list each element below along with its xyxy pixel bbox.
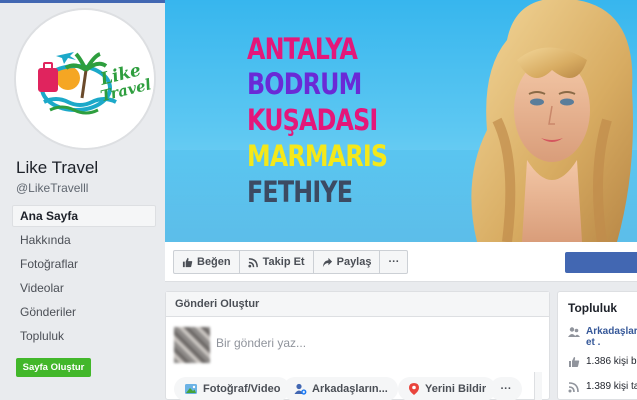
community-friends-label: Arkadaşları xyxy=(586,326,637,337)
friends-icon xyxy=(568,327,580,337)
page-handle[interactable]: @LikeTravelll xyxy=(16,181,88,195)
page-action-bar: Beğen Takip Et Paylaş ··· xyxy=(165,242,637,282)
community-follows-row: 1.389 kişi ta xyxy=(568,381,637,393)
like-button[interactable]: Beğen xyxy=(174,251,240,273)
composer-scrollbar[interactable] xyxy=(534,372,542,400)
follow-button[interactable]: Takip Et xyxy=(240,251,314,273)
create-page-button[interactable]: Sayfa Oluştur xyxy=(16,358,91,377)
nav-home[interactable]: Ana Sayfa xyxy=(12,205,156,227)
cover-city-antalya: ANTALYA xyxy=(247,32,358,66)
photo-icon xyxy=(185,384,197,394)
cover-city-bodrum: BODRUM xyxy=(247,67,362,101)
left-column: Like Travel Like Travel @LikeTravelll An… xyxy=(0,0,165,400)
page-title: Like Travel xyxy=(16,158,99,177)
nav-videos[interactable]: Videolar xyxy=(12,277,156,299)
tag-friends-icon xyxy=(294,383,307,395)
photo-video-button[interactable]: Fotoğraf/Video xyxy=(174,377,291,400)
share-arrow-icon xyxy=(322,257,332,267)
cover-model-image xyxy=(471,0,633,242)
community-friends-label-2: et . xyxy=(586,337,601,348)
follow-label: Takip Et xyxy=(262,256,305,268)
profile-picture[interactable]: Like Travel xyxy=(14,8,156,150)
thumbs-up-icon xyxy=(182,257,193,267)
community-panel: Topluluk Arkadaşları et . 1.386 kişi b 1… xyxy=(557,291,637,400)
more-actions-label: ··· xyxy=(388,256,400,268)
cover-city-marmaris: MARMARIS xyxy=(247,139,388,173)
cover-city-kusadasi: KUŞADASI xyxy=(247,103,378,137)
nav-photos[interactable]: Fotoğraflar xyxy=(12,253,156,275)
nav-about[interactable]: Hakkında xyxy=(12,229,156,251)
nav-community[interactable]: Topluluk xyxy=(12,325,156,347)
cover-city-fethiye: FETHIYE xyxy=(247,175,353,209)
composer-avatar xyxy=(174,327,210,363)
more-actions-button[interactable]: ··· xyxy=(380,251,407,273)
primary-cta-button[interactable] xyxy=(565,252,637,273)
community-likes-text: 1.386 kişi b xyxy=(586,356,637,367)
nav-posts[interactable]: Gönderiler xyxy=(12,301,156,323)
location-pin-icon xyxy=(409,383,419,395)
community-friends-text[interactable]: Arkadaşları et . xyxy=(586,326,637,348)
composer-header: Gönderi Oluştur xyxy=(166,292,549,317)
share-label: Paylaş xyxy=(336,256,372,268)
photo-video-label: Fotoğraf/Video xyxy=(203,383,281,395)
composer-input[interactable]: Bir gönderi yaz... xyxy=(216,336,306,350)
checkin-label: Yerini Bildir xyxy=(425,383,487,395)
like-label: Beğen xyxy=(197,256,231,268)
community-friends-row: Arkadaşları et . xyxy=(568,326,637,348)
thumbs-up-icon xyxy=(569,357,580,367)
community-likes-row: 1.386 kişi b xyxy=(568,356,637,368)
share-button[interactable]: Paylaş xyxy=(314,251,381,273)
rss-follow-icon xyxy=(248,257,258,268)
cover-photo[interactable]: ANTALYA BODRUM KUŞADASI MARMARIS FETHIYE xyxy=(165,0,637,242)
composer-more-label: ··· xyxy=(500,383,512,395)
tag-friends-button[interactable]: Arkadaşların... xyxy=(283,377,398,400)
composer-more-button[interactable]: ··· xyxy=(490,377,522,400)
post-composer: Gönderi Oluştur Bir gönderi yaz... Fotoğ… xyxy=(165,291,550,400)
tag-friends-label: Arkadaşların... xyxy=(312,383,388,395)
community-follows-text: 1.389 kişi ta xyxy=(586,381,637,392)
action-button-group: Beğen Takip Et Paylaş ··· xyxy=(173,250,409,274)
community-title[interactable]: Topluluk xyxy=(568,301,617,315)
checkin-button[interactable]: Yerini Bildir xyxy=(398,377,497,400)
rss-follow-icon xyxy=(568,382,579,393)
